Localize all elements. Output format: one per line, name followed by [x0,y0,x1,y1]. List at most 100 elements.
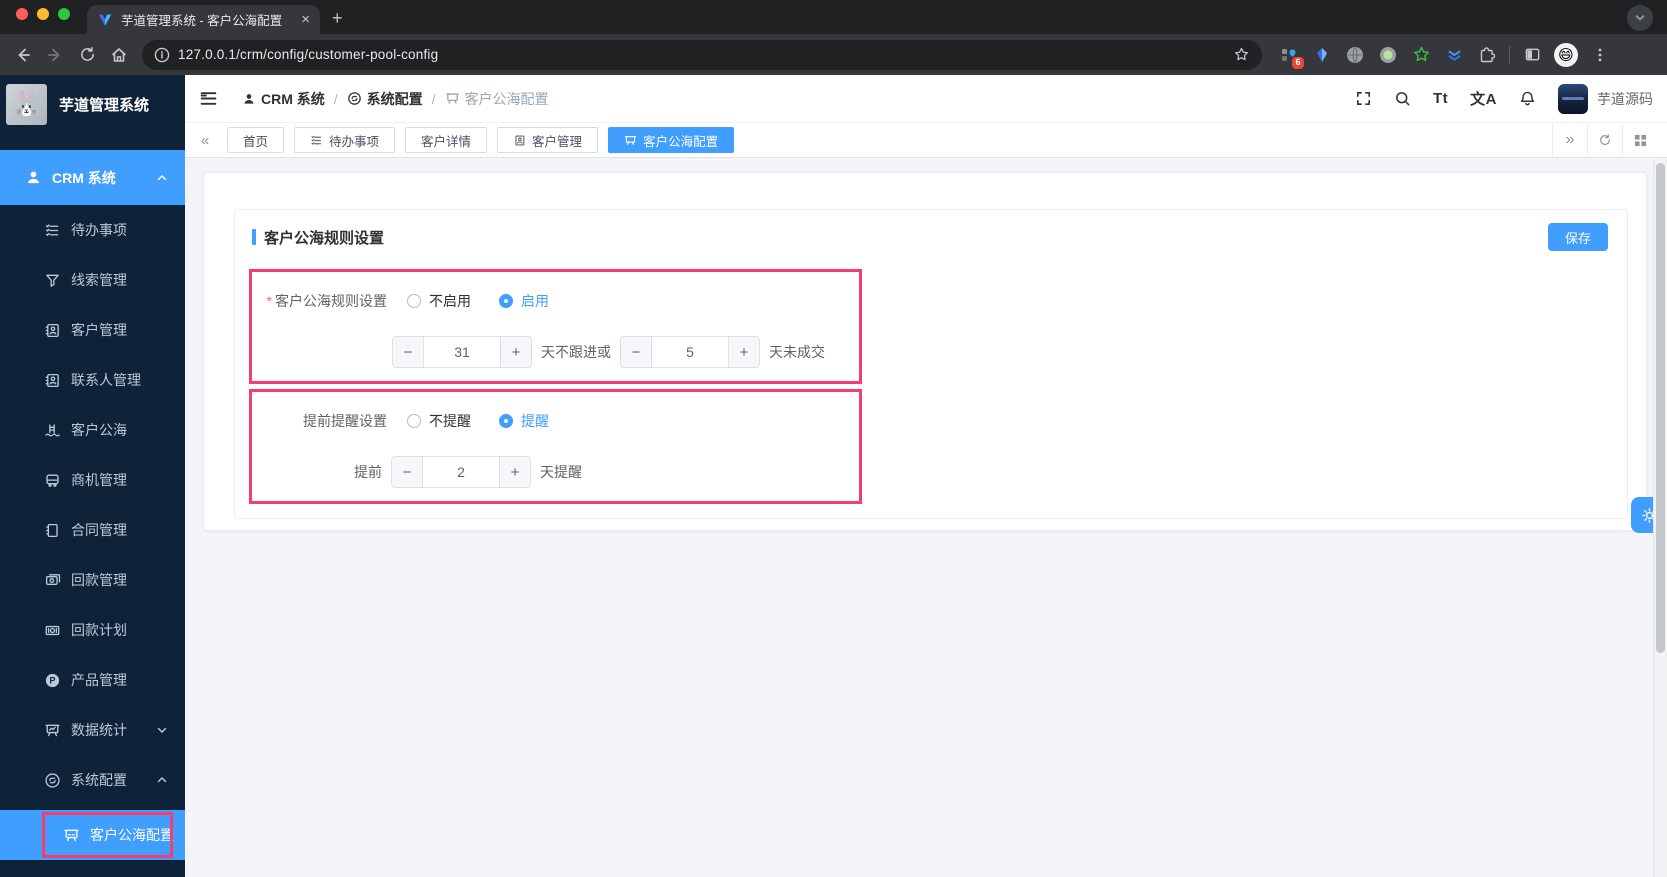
extension-star-icon[interactable] [1410,44,1432,66]
sidebar-item-system-config[interactable]: 系统配置 [0,755,185,805]
remind-days-input[interactable] [423,457,499,487]
sidebar-item-contacts[interactable]: 联系人管理 [0,355,185,405]
contacts-icon [44,372,61,389]
window-minimize-button[interactable] [37,8,49,20]
contact-book-icon [44,322,61,339]
address-bar[interactable]: 127.0.0.1/crm/config/customer-pool-confi… [142,39,1262,70]
sidebar-item-contracts[interactable]: 合同管理 [0,505,185,555]
reload-button[interactable] [74,42,100,68]
increase-button[interactable]: + [728,337,759,367]
browser-chrome: 芋道管理系统 - 客户公海配置 × + 127.0.0.1/crm/config… [0,0,1667,75]
new-tab-button[interactable]: + [332,8,343,29]
user-menu[interactable]: 芋道源码 [1558,83,1653,114]
window-close-button[interactable] [16,8,28,20]
browser-tab[interactable]: 芋道管理系统 - 客户公海配置 × [87,5,320,34]
save-button[interactable]: 保存 [1548,223,1608,251]
panel-title: 客户公海规则设置 [252,227,384,248]
chevron-up-icon [156,774,168,786]
chevron-down-icon [156,724,168,736]
contact-book-icon [515,134,525,146]
collapse-menu-icon[interactable] [199,89,218,108]
breadcrumb-item-current: 客户公海配置 [445,89,549,109]
undeal-days-input[interactable] [652,337,728,367]
extension-record-icon[interactable] [1377,44,1399,66]
todo-list-icon [311,135,322,145]
sidebar-item-customer-pool-config[interactable]: 客户公海配置 [0,810,185,860]
layout-grid-icon[interactable] [1622,123,1657,157]
tabs-scroll-left[interactable]: « [191,123,219,157]
tabs-scroll-right[interactable]: » [1552,123,1587,157]
language-icon[interactable]: 文A [1470,88,1497,109]
content-card: 客户公海规则设置 保存 * 客户公海规则设置 不启用 启用 − 31 + 天不跟… [203,172,1647,531]
todo-list-icon [44,222,61,239]
home-button[interactable] [106,42,132,68]
browser-profile-avatar[interactable]: 😄 [1554,42,1578,67]
back-button[interactable] [10,42,36,68]
breadcrumb-item-system-config[interactable]: 系统配置 [347,89,423,109]
extensions-puzzle-icon[interactable] [1476,44,1498,66]
sidebar-item-todo[interactable]: 待办事项 [0,205,185,255]
tab-customer-detail[interactable]: 客户详情 [405,127,488,153]
breadcrumb-separator: / [333,90,338,107]
increase-button[interactable]: + [499,457,530,487]
side-panel-icon[interactable] [1521,44,1543,66]
radio-rule-on[interactable]: 启用 [499,291,549,311]
sidebar-item-customer-pool[interactable]: 客户公海 [0,405,185,455]
tab-todo[interactable]: 待办事项 [294,127,396,153]
breadcrumb-item-crm[interactable]: CRM 系统 [242,89,325,109]
refresh-page-icon[interactable] [1587,123,1622,157]
svg-text:P: P [50,675,56,685]
sidebar-item-payment-plan[interactable]: 回款计划 [0,605,185,655]
font-size-icon[interactable]: Tt [1433,90,1448,107]
sidebar-item-statistics[interactable]: 数据统计 [0,705,185,755]
radio-remind-off[interactable]: 不提醒 [407,411,471,431]
tab-customer-pool-config[interactable]: 客户公海配置 [608,127,735,153]
window-zoom-button[interactable] [58,8,70,20]
page-content: 客户公海规则设置 保存 * 客户公海规则设置 不启用 启用 − 31 + 天不跟… [185,159,1667,877]
breadcrumb: CRM 系统 / 系统配置 / 客户公海配置 [242,89,549,109]
decrease-button[interactable]: − [393,337,424,367]
breadcrumb-separator: / [431,90,436,107]
unfollow-days-input[interactable] [424,337,500,367]
extension-chevrons-icon[interactable] [1443,44,1465,66]
forward-button[interactable] [42,42,68,68]
tab-close-icon[interactable]: × [301,12,310,27]
header-actions: Tt 文A 芋道源码 [1355,83,1653,114]
fullscreen-icon[interactable] [1355,90,1372,107]
browser-menu-icon[interactable] [1589,44,1611,66]
radio-rule-off[interactable]: 不启用 [407,291,471,311]
sidebar-item-leads[interactable]: 线索管理 [0,255,185,305]
extension-kite-icon[interactable] [1311,44,1333,66]
tab-home[interactable]: 首页 [227,127,285,153]
sidebar-item-payments[interactable]: 回款管理 [0,555,185,605]
decrease-button[interactable]: − [392,457,423,487]
sidebar-item-label: 回款计划 [71,622,127,638]
url-text[interactable]: 127.0.0.1/crm/config/customer-pool-confi… [178,47,1225,62]
site-info-icon[interactable] [154,47,170,63]
logo-avatar: 🐰 [6,83,47,125]
panel-header: 客户公海规则设置 保存 [235,210,1627,251]
rule-radio-row: * 客户公海规则设置 不启用 启用 [252,285,859,317]
page-scrollbar-thumb[interactable] [1656,163,1665,653]
tab-search-button[interactable] [1627,5,1653,31]
tab-customer-management[interactable]: 客户管理 [497,127,599,153]
username: 芋道源码 [1597,90,1653,107]
sidebar-item-opportunities[interactable]: 商机管理 [0,455,185,505]
presentation-board-icon [445,93,459,104]
bookmark-star-icon[interactable] [1233,46,1250,63]
search-icon[interactable] [1394,90,1411,107]
sidebar: 🐰 芋道管理系统 CRM 系统 待办事项 线索管理 客户管理 联系人管理 客户公… [0,75,185,877]
decrease-button[interactable]: − [621,337,652,367]
sidebar-item-products[interactable]: P 产品管理 [0,655,185,705]
notification-bell-icon[interactable] [1519,90,1536,107]
app-logo[interactable]: 🐰 芋道管理系统 [0,75,185,133]
radio-remind-on[interactable]: 提醒 [499,411,549,431]
money-receipt-icon [44,572,61,589]
increase-button[interactable]: + [500,337,531,367]
sidebar-item-crm-system[interactable]: CRM 系统 [0,150,185,205]
extension-grid-icon[interactable]: 6 [1278,44,1304,69]
remind-days-stepper: − + [391,456,531,488]
sidebar-item-customers[interactable]: 客户管理 [0,305,185,355]
window-controls [16,8,70,20]
extension-globe-icon[interactable] [1344,44,1366,66]
